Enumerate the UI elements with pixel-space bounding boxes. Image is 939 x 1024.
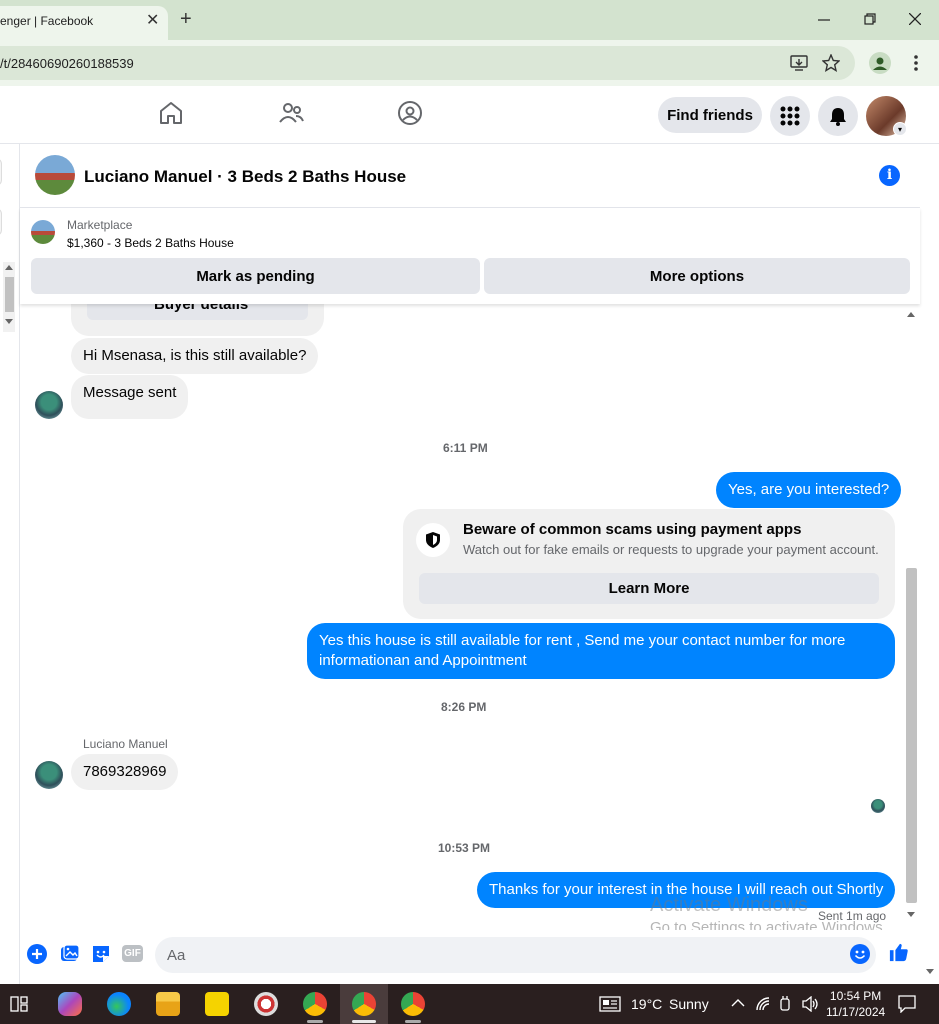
groups-icon[interactable] [397, 100, 423, 126]
battery-plug-icon[interactable] [778, 996, 792, 1012]
apps-grid-icon [780, 106, 800, 126]
emoji-icon[interactable] [850, 944, 870, 964]
running-indicator [405, 1020, 421, 1023]
sticky-notes-icon[interactable] [205, 992, 229, 1016]
chrome-menu-icon[interactable] [913, 54, 919, 72]
marketplace-label: Marketplace [67, 218, 133, 232]
listing-thumbnail[interactable] [31, 220, 55, 244]
clock-date: 11/17/2024 [826, 1005, 886, 1019]
more-options-button[interactable]: More options [484, 258, 910, 294]
windows-taskbar [0, 984, 939, 1024]
scroll-down-arrow-icon[interactable] [907, 912, 915, 918]
scroll-down-arrow-icon[interactable] [926, 969, 934, 975]
left-panel-button[interactable] [0, 158, 2, 186]
messages-scrollbar-thumb[interactable] [906, 568, 917, 903]
find-friends-button[interactable]: Find friends [658, 97, 762, 133]
weather-temp[interactable]: 19°C [631, 996, 662, 1012]
restore-icon[interactable] [864, 13, 876, 25]
sender-avatar[interactable] [35, 391, 63, 419]
shield-icon [426, 532, 440, 548]
mark-as-pending-button[interactable]: Mark as pending [31, 258, 480, 294]
new-tab-button[interactable]: + [180, 8, 192, 31]
chrome-icon[interactable] [352, 992, 376, 1016]
friends-icon[interactable] [278, 100, 304, 126]
chrome-profile-icon[interactable] [869, 52, 891, 74]
activate-windows-watermark: Activate Windows [650, 894, 808, 916]
chrome-icon[interactable] [401, 992, 425, 1016]
message-incoming[interactable]: Hi Msenasa, is this still available? [71, 338, 319, 374]
paint-icon[interactable] [254, 992, 278, 1016]
minimize-icon[interactable] [818, 14, 830, 26]
timestamp: 6:11 PM [443, 441, 488, 455]
menu-button[interactable] [770, 96, 810, 136]
task-view-icon[interactable] [10, 996, 28, 1012]
file-explorer-icon[interactable] [156, 992, 180, 1016]
timestamp: 10:53 PM [438, 841, 491, 855]
install-app-icon[interactable] [790, 55, 808, 71]
message-incoming[interactable]: Message sent [71, 375, 189, 419]
home-icon[interactable] [158, 100, 184, 126]
clock-time: 10:54 PM [829, 989, 882, 1003]
message-outgoing[interactable]: Yes, are you interested? [716, 472, 902, 508]
conversation-title[interactable]: Luciano Manuel · 3 Beds 2 Baths House [84, 167, 406, 187]
url-text[interactable]: /t/28460690260188539 [0, 56, 134, 71]
photo-icon[interactable] [60, 944, 80, 964]
info-icon[interactable]: i [879, 165, 900, 186]
shield-container [416, 523, 450, 557]
scam-warning-title: Beware of common scams using payment app… [463, 521, 802, 538]
seen-avatar [871, 799, 885, 813]
scroll-up-arrow-icon[interactable] [5, 264, 13, 270]
tray-clock[interactable]: 10:54 PM 11/17/2024 [826, 988, 885, 1020]
chevron-down-icon[interactable]: ▾ [893, 122, 907, 136]
weather-desc[interactable]: Sunny [669, 996, 709, 1012]
tray-chevron-up-icon[interactable] [731, 998, 745, 1008]
scroll-down-arrow-icon[interactable] [5, 319, 13, 325]
tab-title[interactable]: enger | Facebook [0, 14, 93, 28]
running-indicator [307, 1020, 323, 1023]
wifi-icon[interactable] [755, 996, 771, 1012]
plus-circle-icon[interactable] [27, 944, 47, 964]
thumbs-up-icon[interactable] [889, 942, 909, 962]
message-incoming[interactable]: 7869328969 [71, 754, 179, 790]
close-tab-icon[interactable]: ✕ [146, 10, 159, 30]
close-window-icon[interactable] [909, 13, 921, 25]
message-outgoing[interactable]: Yes this house is still available for re… [307, 623, 895, 679]
gif-icon[interactable]: GIF [122, 945, 143, 962]
bell-icon [830, 108, 846, 126]
message-input[interactable] [155, 937, 876, 973]
notifications-button[interactable] [818, 96, 858, 136]
sender-avatar[interactable] [35, 761, 63, 789]
learn-more-button[interactable]: Learn More [419, 573, 879, 604]
listing-price[interactable]: $1,360 - 3 Beds 2 Baths House [67, 236, 234, 250]
sender-name: Luciano Manuel [83, 737, 168, 751]
conversation-avatar[interactable] [35, 155, 75, 195]
scam-warning-subtitle: Watch out for fake emails or requests to… [463, 542, 879, 557]
sticker-icon[interactable] [91, 944, 111, 964]
left-panel-button[interactable] [0, 208, 2, 236]
news-widget-icon[interactable] [599, 996, 621, 1012]
timestamp: 8:26 PM [441, 700, 487, 714]
volume-icon[interactable] [801, 996, 819, 1012]
bookmark-star-icon[interactable] [822, 54, 840, 72]
running-indicator [352, 1020, 376, 1023]
scroll-up-arrow-icon[interactable] [907, 311, 915, 317]
notification-center-icon[interactable] [898, 995, 916, 1013]
chrome-icon[interactable] [303, 992, 327, 1016]
left-scrollbar-thumb[interactable] [5, 277, 14, 312]
edge-icon[interactable] [107, 992, 131, 1016]
copilot-icon[interactable] [58, 992, 82, 1016]
